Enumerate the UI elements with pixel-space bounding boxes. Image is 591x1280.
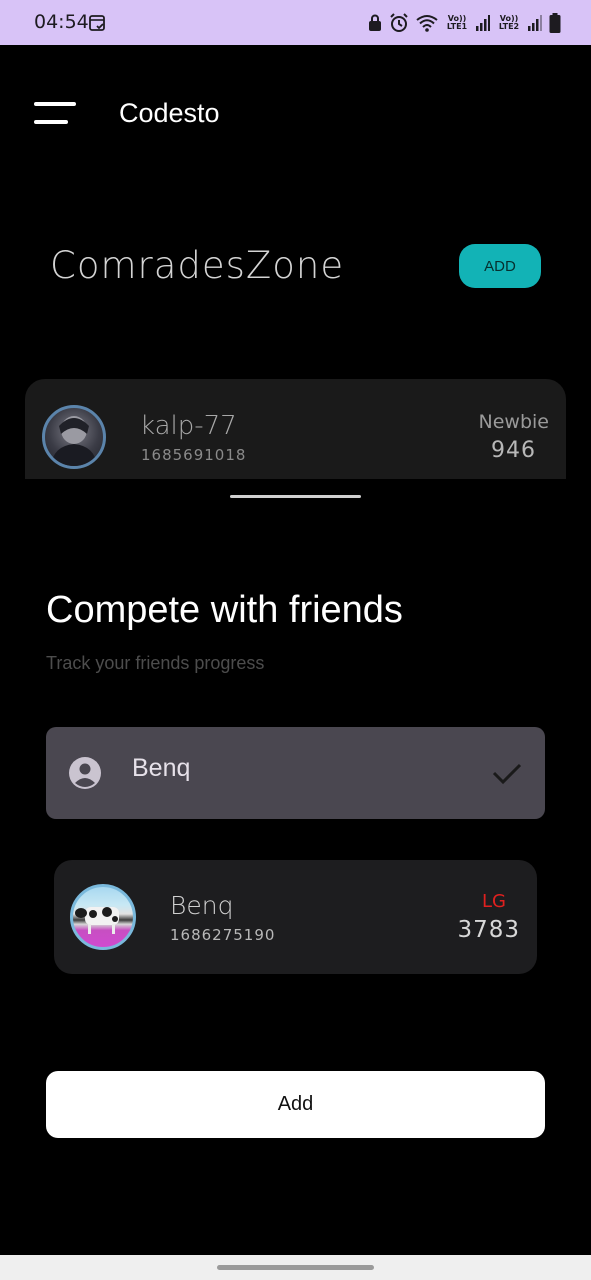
sim1-label: Vo)) LTE1	[446, 14, 468, 31]
person-circle-icon	[69, 757, 101, 789]
avatar-image	[75, 907, 119, 934]
bottom-sheet: Compete with friends Track your friends …	[0, 479, 591, 1255]
alarm-icon	[390, 13, 408, 32]
app-screen: 04:54 Vo)) LTE1 Vo)) LTE2 Codesto Comrad…	[0, 0, 591, 1280]
signal-icon	[528, 15, 542, 31]
avatar-image	[51, 416, 97, 466]
hamburger-menu-icon[interactable]	[34, 102, 76, 126]
add-friend-button[interactable]: Add	[46, 1071, 545, 1138]
profile-rating: 946	[491, 438, 536, 463]
avatar	[70, 884, 136, 950]
sheet-subtitle: Track your friends progress	[46, 653, 265, 673]
friend-handle: Benq	[170, 891, 234, 920]
navigation-bar	[0, 1255, 591, 1280]
friend-rank: LG	[482, 891, 506, 912]
sheet-drag-handle[interactable]	[230, 495, 361, 498]
profile-handle: kalp-77	[140, 411, 237, 441]
sheet-title: Compete with friends	[46, 589, 403, 631]
friend-id: 1686275190	[170, 926, 276, 944]
profile-rank: Newbie	[478, 411, 549, 433]
check-icon[interactable]	[491, 757, 523, 789]
avatar	[42, 405, 106, 469]
calendar-check-icon	[89, 15, 105, 31]
friend-result-card[interactable]: Benq 1686275190 LG 3783	[54, 860, 537, 974]
friend-handle-value: Benq	[132, 754, 191, 782]
profile-card[interactable]: kalp-77 1685691018 Newbie 946	[25, 379, 566, 479]
friend-handle-field[interactable]: Benq	[46, 727, 545, 819]
sim2-label: Vo)) LTE2	[498, 14, 520, 31]
status-time: 04:54	[34, 11, 89, 33]
battery-icon	[549, 13, 561, 33]
signal-icon	[476, 15, 490, 31]
status-bar: 04:54 Vo)) LTE1 Vo)) LTE2	[0, 0, 591, 45]
zone-title: ComradesZone	[50, 244, 345, 287]
zone-add-button[interactable]: ADD	[459, 244, 541, 288]
friend-rating: 3783	[457, 917, 520, 943]
home-indicator[interactable]	[217, 1265, 374, 1270]
app-title: Codesto	[119, 98, 220, 128]
lock-icon	[369, 14, 381, 31]
profile-id: 1685691018	[141, 446, 247, 464]
wifi-icon	[416, 15, 438, 32]
status-icons: Vo)) LTE1 Vo)) LTE2	[368, 11, 561, 35]
